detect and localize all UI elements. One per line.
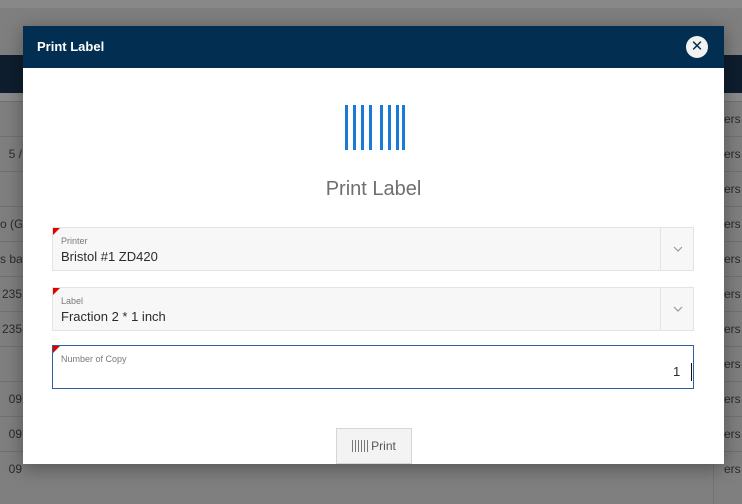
hero-title: Print Label [325,178,422,200]
table-cell: ers [724,462,741,476]
close-icon: ✕ [690,38,704,55]
table-cell: 09 [8,462,22,476]
text-caret [691,363,692,381]
table-cell: 5 / [8,147,22,161]
table-cell: 09 [8,427,22,441]
table-cell: ers [724,427,741,441]
table-cell: ers [724,322,741,336]
table-cell: ers [724,252,741,266]
printer-label: Printer [61,236,88,246]
print-button-label: Print [371,439,396,453]
select-divider [660,288,661,330]
copies-label: Number of Copy [61,354,127,364]
background-topbar [0,0,742,8]
copies-input[interactable]: Number of Copy 1 [52,345,694,389]
table-cell: ers [724,182,741,196]
table-cell: ers [724,392,741,406]
table-cell: ers [724,112,741,126]
dialog-title: Print Label [37,39,105,54]
table-cell: 09 [8,392,22,406]
table-cell: ers [724,357,741,371]
table-cell: s ba [0,252,22,266]
select-divider [660,228,661,270]
barcode-icon [352,440,369,452]
required-flag [53,228,60,235]
barcode-icon [345,105,405,150]
chevron-down-icon[interactable] [672,301,684,317]
table-cell: o (G [0,217,22,231]
dialog-header: Print Label ✕ [23,26,724,68]
label-field-label: Label [61,296,84,306]
close-button[interactable]: ✕ [686,36,708,58]
required-flag [53,288,60,295]
table-cell: ers [724,287,741,301]
table-cell: 235 [1,322,22,336]
print-button[interactable]: Print [336,428,412,464]
chevron-down-icon[interactable] [672,241,684,257]
printer-value: Bristol #1 ZD420 [61,249,158,264]
label-value: Fraction 2 * 1 inch [61,309,166,324]
table-cell: ers [724,147,741,161]
copies-value: 1 [673,364,681,379]
required-flag [53,346,60,353]
printer-select[interactable]: Printer Bristol #1 ZD420 [52,227,694,271]
print-label-dialog: Print Label ✕ Print Label Printer Bristo… [23,26,724,464]
table-cell: ers [724,217,741,231]
label-select[interactable]: Label Fraction 2 * 1 inch [52,287,694,331]
table-cell: 235 [1,287,22,301]
